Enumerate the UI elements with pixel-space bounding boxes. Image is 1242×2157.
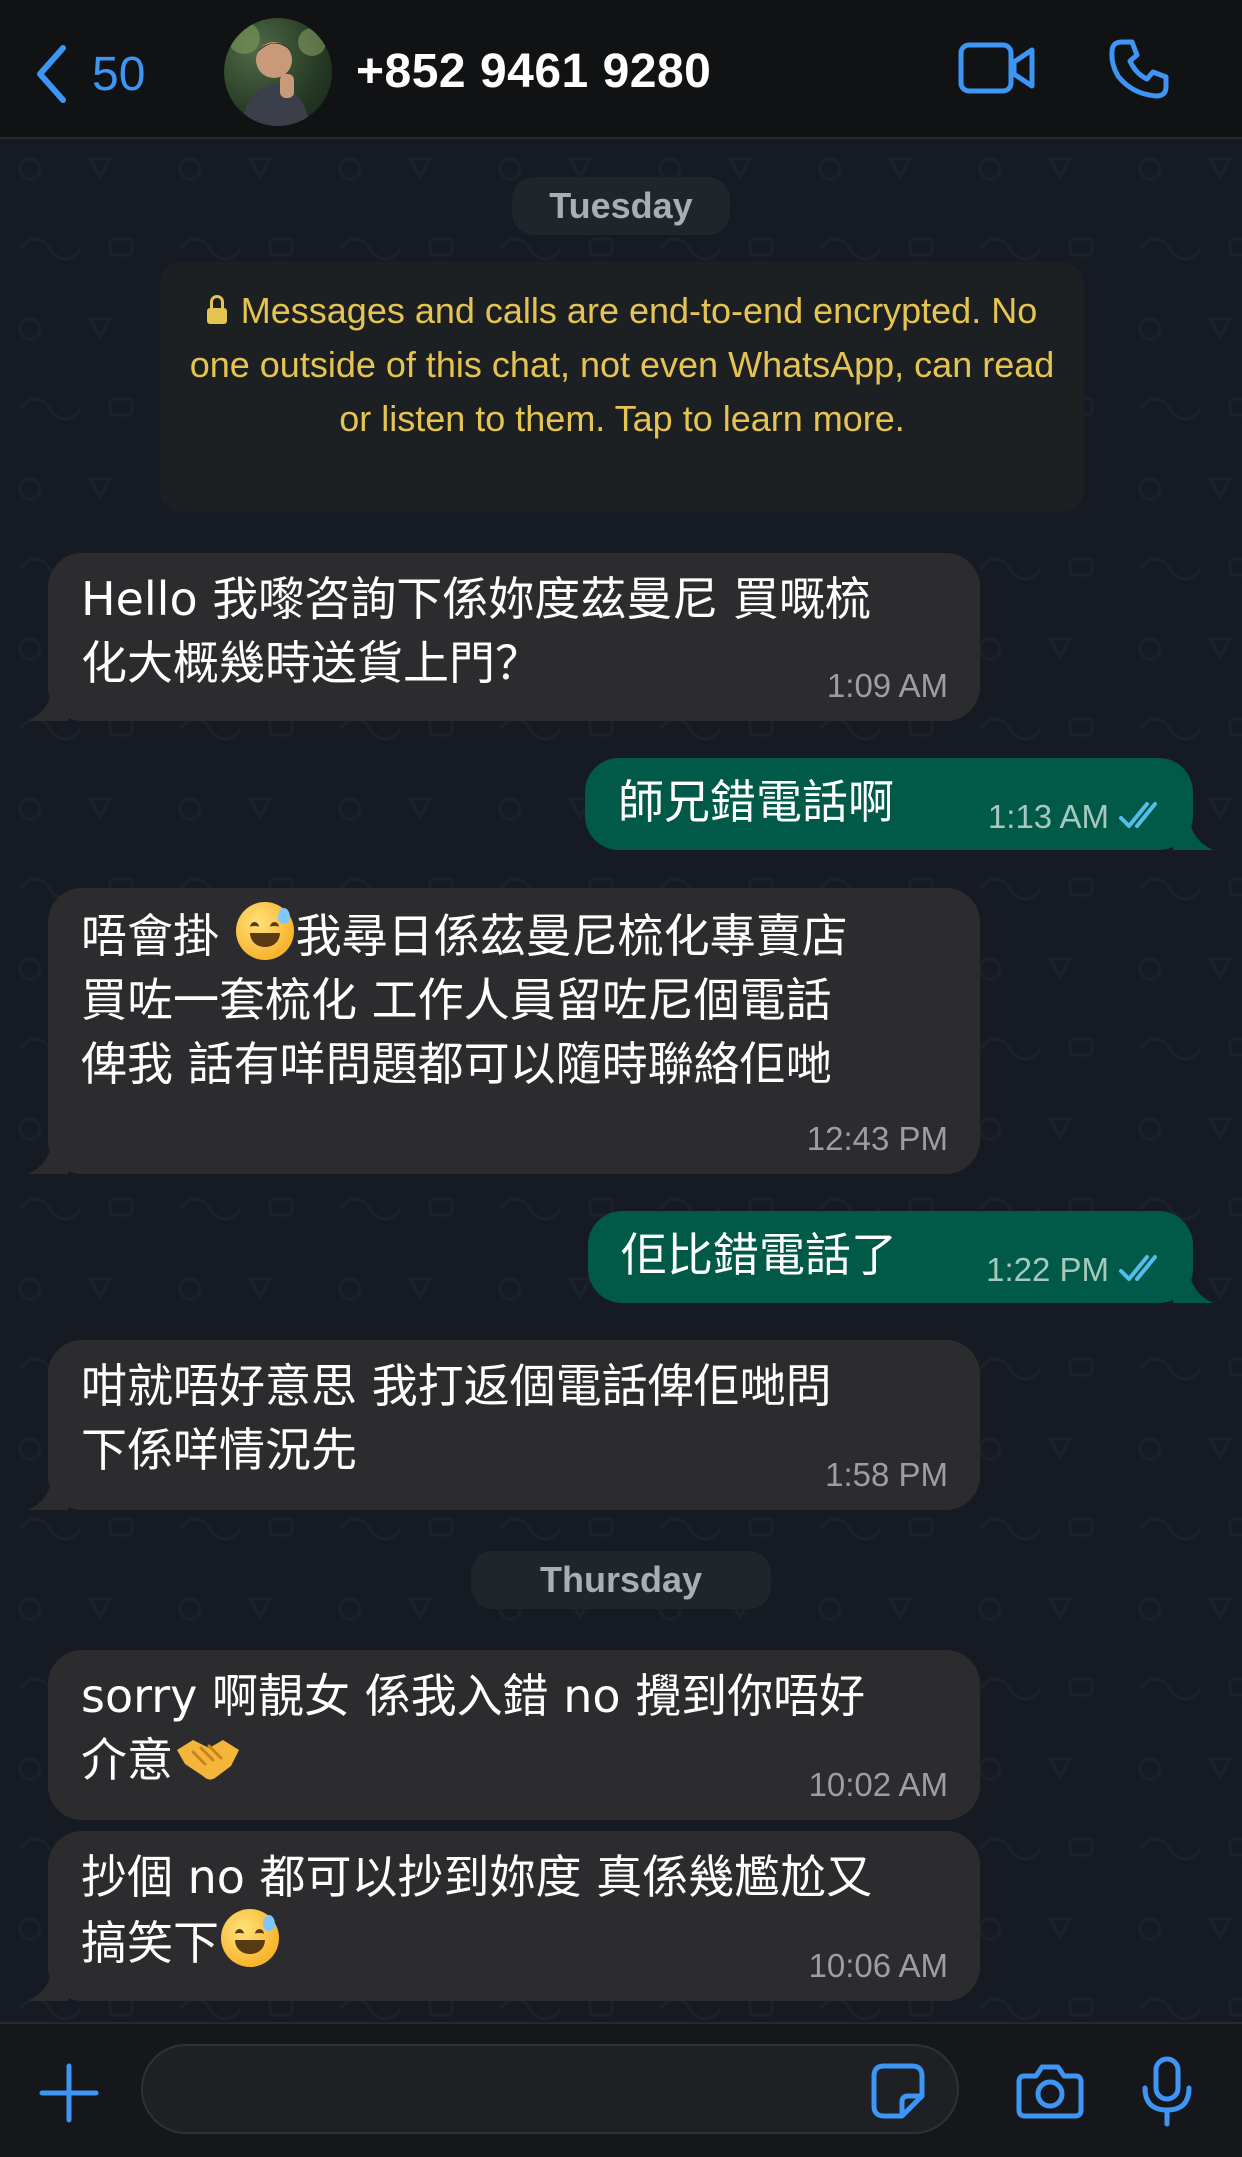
sweat-smile-emoji (235, 902, 294, 960)
lock-icon (206, 295, 227, 324)
message-time: 1:58 PM (825, 1456, 948, 1493)
message-bubble-incoming[interactable]: 唔會掛 我尋日係茲曼尼梳化專賣店 買咗一套梳化 工作人員留咗尼個電話 俾我 話有… (28, 888, 980, 1174)
plus-icon[interactable] (38, 2062, 100, 2124)
chat-area[interactable]: Tuesday Messages and calls are end-to-en… (0, 139, 1242, 2022)
message-time: 1:22 PM (986, 1251, 1109, 1288)
message-text: sorry 啊靚女 係我入錯 no 攪到你唔好 (81, 1669, 866, 1723)
message-text: 俾我 話有咩問題都可以隨時聯絡佢哋 (81, 1037, 832, 1091)
message-time: 10:06 AM (808, 1947, 948, 1984)
contact-name[interactable]: +852 9461 9280 (356, 44, 711, 99)
message-bubble-outgoing[interactable]: 師兄錯電話啊 1:13 AM (585, 758, 1213, 850)
bubble-tail (28, 1140, 68, 1174)
message-bubble-incoming[interactable]: 咁就唔好意思 我打返個電話俾佢哋問 下係咩情況先 1:58 PM (28, 1340, 980, 1510)
phone-icon[interactable] (1108, 38, 1170, 100)
input-bar (0, 2022, 1242, 2157)
encryption-text: Messages and calls are end-to-end encryp… (189, 290, 1055, 439)
message-bubble-incoming[interactable]: sorry 啊靚女 係我入錯 no 攪到你唔好 介意 10:02 AM (48, 1650, 980, 1820)
message-text: 搞笑下 (81, 1916, 219, 1970)
handshake-emoji (177, 1740, 239, 1780)
message-text: 師兄錯電話啊 (618, 775, 894, 829)
sweat-smile-emoji (221, 1909, 279, 1967)
bubble-tail (28, 1476, 68, 1510)
unread-count: 50 (92, 47, 146, 101)
message-text: 抄個 no 都可以抄到妳度 真係幾尷尬又 (81, 1850, 873, 1904)
bubble-tail (28, 687, 68, 721)
message-text: 化大概幾時送貨上門？ (81, 636, 541, 690)
message-time: 12:43 PM (806, 1120, 948, 1157)
camera-icon[interactable] (1016, 2062, 1084, 2120)
message-time: 10:02 AM (808, 1766, 948, 1803)
message-time: 1:13 AM (987, 798, 1109, 835)
microphone-icon[interactable] (1140, 2056, 1194, 2128)
message-text: 下係咩情況先 (81, 1423, 357, 1477)
bubble-tail (1173, 816, 1213, 850)
double-check-icon (1119, 1255, 1157, 1281)
message-text: Hello 我嚟咨詢下係妳度茲曼尼 買嘅梳 (81, 572, 871, 626)
avatar-photo (228, 22, 326, 126)
message-text: 咁就唔好意思 我打返個電話俾佢哋問 (81, 1359, 832, 1413)
date-separator: Thursday (471, 1551, 771, 1609)
message-text: 唔會掛 (81, 909, 219, 963)
sticker-icon[interactable] (870, 2062, 926, 2120)
encryption-notice[interactable]: Messages and calls are end-to-end encryp… (160, 262, 1084, 512)
message-text: 我尋日係茲曼尼梳化專賣店 (295, 909, 848, 963)
message-text: 介意 (81, 1733, 173, 1787)
bubble-tail (28, 1967, 68, 2001)
message-bubble-incoming[interactable]: 抄個 no 都可以抄到妳度 真係幾尷尬又 搞笑下 10:06 AM (28, 1831, 980, 2001)
bubble-tail (1173, 1269, 1213, 1303)
message-bubble-incoming[interactable]: Hello 我嚟咨詢下係妳度茲曼尼 買嘅梳 化大概幾時送貨上門？ 1:09 AM (28, 553, 980, 721)
video-call-icon[interactable] (958, 42, 1036, 94)
chat-header: 50 +852 9461 9280 (0, 0, 1242, 139)
message-text: 買咗一套梳化 工作人員留咗尼個電話 (81, 973, 832, 1027)
date-separator: Tuesday (512, 177, 730, 235)
chevron-left-icon (37, 45, 66, 103)
message-time: 1:09 AM (826, 667, 948, 704)
back-button[interactable]: 50 (34, 40, 145, 108)
double-check-icon (1119, 802, 1157, 828)
message-bubble-outgoing[interactable]: 佢比錯電話了 1:22 PM (588, 1211, 1213, 1303)
message-text: 佢比錯電話了 (621, 1228, 897, 1282)
message-input[interactable] (141, 2044, 959, 2134)
avatar[interactable] (224, 18, 332, 126)
